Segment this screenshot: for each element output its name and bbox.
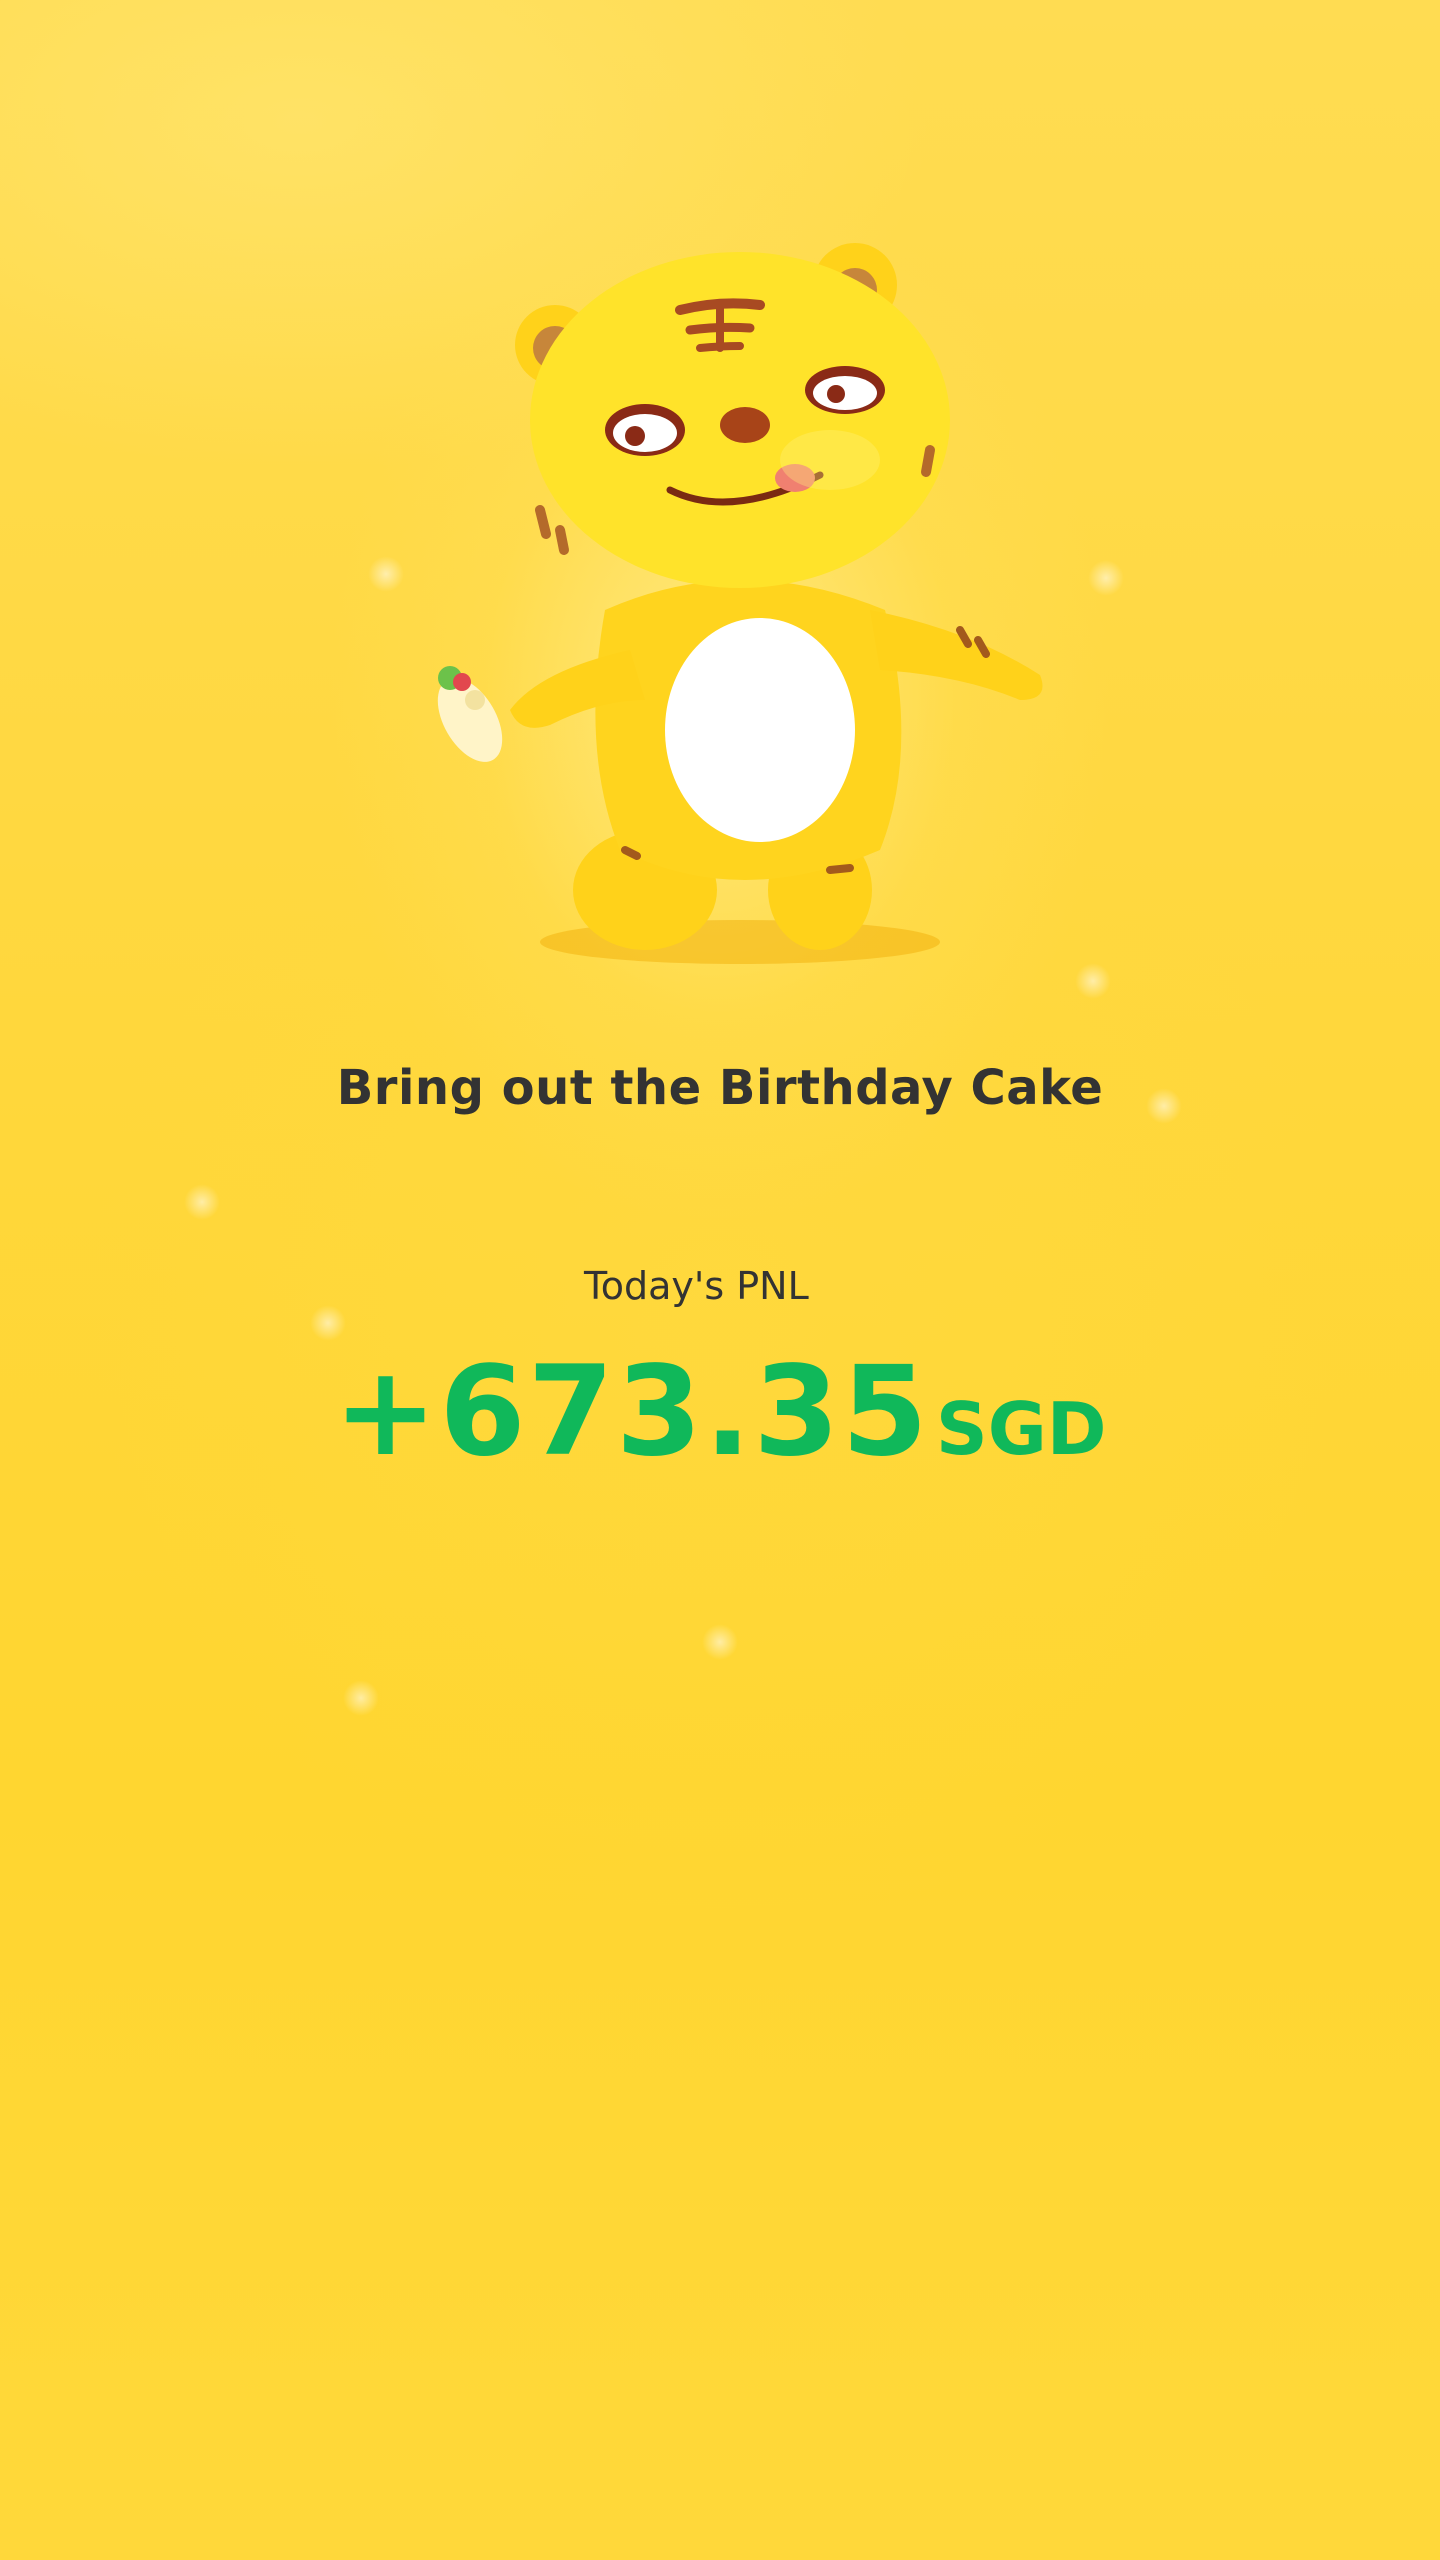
- sparkle-decoration: [1075, 963, 1111, 999]
- celebration-title: Bring out the Birthday Cake: [336, 1060, 1104, 1116]
- tiger-mascot-icon: [400, 230, 1080, 990]
- pnl-amount: +673.35: [333, 1340, 930, 1484]
- sparkle-decoration: [184, 1184, 220, 1220]
- sparkle-decoration: [368, 556, 404, 592]
- sparkle-decoration: [1088, 560, 1124, 596]
- sparkle-decoration: [310, 1305, 346, 1341]
- sparkle-decoration: [343, 1680, 379, 1716]
- sparkle-decoration: [702, 1624, 738, 1660]
- pnl-currency: SGD: [935, 1387, 1107, 1471]
- pnl-value: +673.35SGD: [0, 1340, 1440, 1484]
- pnl-label: Today's PNL: [584, 1264, 809, 1308]
